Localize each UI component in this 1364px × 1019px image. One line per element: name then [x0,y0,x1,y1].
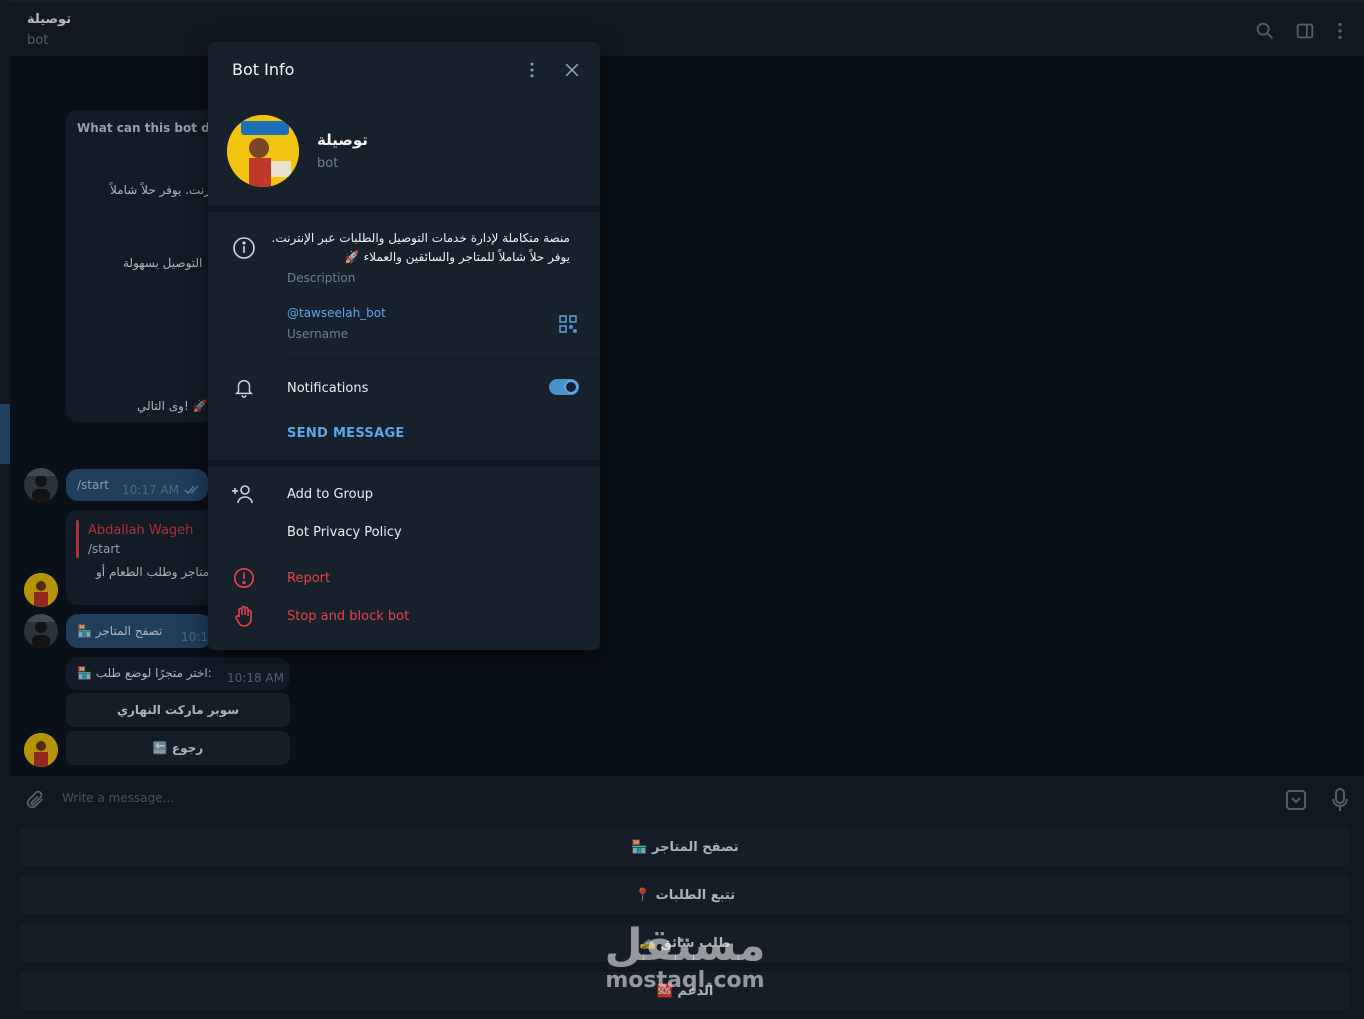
stop-block-button[interactable]: Stop and block bot [287,609,409,624]
info-icon [233,237,255,259]
section-divider [208,205,600,212]
toggle-knob [564,380,578,394]
privacy-policy-link[interactable]: Bot Privacy Policy [287,525,402,540]
bot-info-dialog: Bot Info توصيلة bot منصة متكاملة لإدارة … [208,42,600,650]
username-label: Username [287,327,349,341]
description-label: Description [287,271,356,285]
notifications-label: Notifications [287,381,369,396]
close-icon[interactable] [562,60,582,80]
add-user-icon [232,485,253,504]
notifications-toggle[interactable] [549,379,579,395]
dialog-title: Bot Info [232,60,295,79]
report-icon [234,568,254,588]
bot-username[interactable]: @tawseelah_bot [287,306,386,320]
section-divider [208,460,600,467]
bot-profile-photo[interactable] [227,115,299,187]
watermark-arabic: مستقل [604,920,766,971]
qr-code-icon[interactable] [559,315,577,333]
add-to-group-button[interactable]: Add to Group [287,487,373,502]
bot-type: bot [317,156,339,171]
send-message-button[interactable]: SEND MESSAGE [287,426,405,441]
watermark-domain: mostaql.com [605,968,765,993]
bell-icon [234,379,254,398]
telegram-window: توصيلة bot What can this bot do? رنت. يو… [0,0,1364,1019]
modal-backdrop[interactable] [0,0,1364,1019]
stop-hand-icon [235,605,252,627]
more-vertical-icon[interactable] [522,60,542,80]
row-divider [287,358,600,359]
report-button[interactable]: Report [287,571,330,586]
mostaql-watermark: مستقل mostaql.com [600,922,770,992]
bot-description[interactable]: منصة متكاملة لإدارة خدمات التوصيل والطلب… [270,229,570,267]
bot-name: توصيلة [317,131,368,149]
